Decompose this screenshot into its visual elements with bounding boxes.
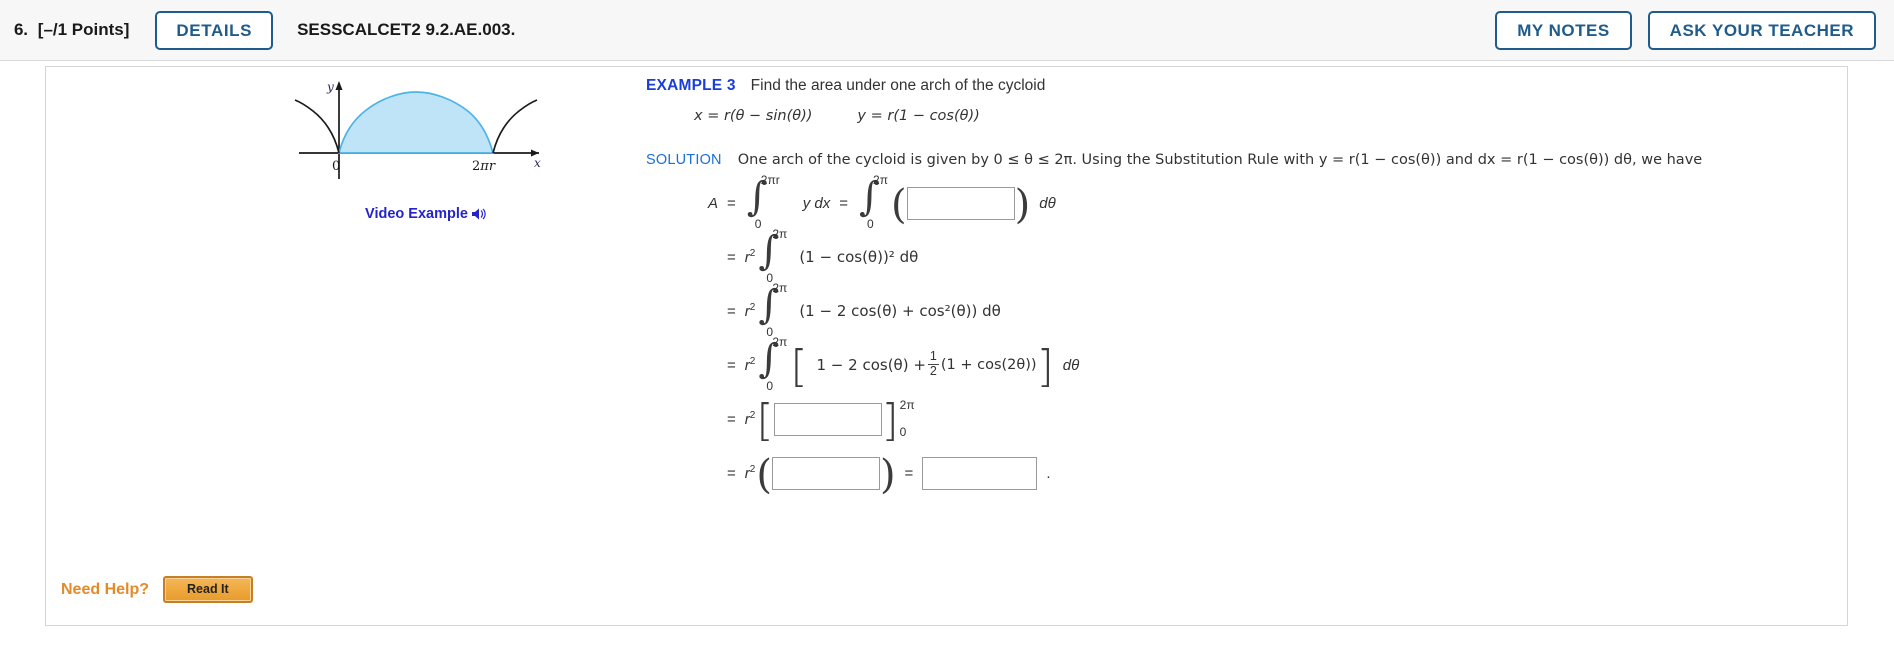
step1-answer-input[interactable] [906, 186, 1015, 220]
step4-int-upper: 2π [772, 335, 788, 349]
question-code: SESSCALCET2 9.2.AE.003. [297, 20, 516, 39]
step1-lhs: A [707, 194, 718, 212]
derivation-step-1: A = ∫ 2πr 0 y dx = ∫ 2π 0 () dθ [692, 173, 1837, 231]
question-number: 6. [14, 20, 28, 39]
step2-integral: ∫ 2π 0 [758, 227, 788, 285]
step1-int2-lower: 0 [867, 217, 874, 231]
step3-equals: = [727, 302, 736, 320]
origin-label: 0 [332, 159, 340, 174]
x-axis-label: x [534, 156, 541, 170]
step1-equals: = [727, 194, 736, 212]
step6-equals-2: = [904, 464, 914, 482]
step4-fraction: 1 2 [927, 349, 939, 378]
my-notes-button[interactable]: MY NOTES [1495, 10, 1632, 50]
example-label: EXAMPLE 3 [646, 77, 736, 94]
speaker-icon[interactable] [471, 207, 487, 225]
step4-frac-denominator: 2 [927, 363, 939, 378]
step6-coef-exp: 2 [749, 464, 756, 475]
step6-coefficient: r2 [745, 464, 756, 482]
video-example-link[interactable]: Video Example [291, 206, 561, 225]
step4-coefficient: r2 [745, 356, 756, 374]
y-axis-label: y [326, 80, 334, 94]
parametric-equations: x = r(θ − sin(θ)) y = r(1 − cos(θ)) [694, 108, 1837, 124]
derivation-step-6: = r2 ( ) = . [727, 452, 1051, 498]
derivation-block: A = ∫ 2πr 0 y dx = ∫ 2π 0 () dθ = r2 ∫ … [692, 173, 1837, 500]
step6-equals: = [727, 464, 736, 482]
step5-eval-upper: 2π [899, 398, 915, 412]
param-x-equation: x = r(θ − sin(θ)) [694, 108, 813, 124]
derivation-step-4: = r2 ∫ 2π 0 [ 1 − 2 cos(θ) + 1 2 (1 + co… [727, 335, 1080, 393]
step3-coef-exp: 2 [749, 302, 756, 313]
details-button[interactable]: DETAILS [155, 10, 274, 50]
question-card: y x 0 2πr Video Example EXAMPLE 3 Find t… [45, 66, 1848, 626]
step5-coefficient: r2 [745, 410, 756, 428]
step1-int1-upper: 2πr [760, 173, 780, 187]
step1-differential: dθ [1039, 194, 1056, 212]
header-left-group: 6. [–/1 Points] DETAILS SESSCALCET2 9.2.… [14, 0, 515, 60]
step4-integral: ∫ 2π 0 [758, 335, 788, 393]
step4-equals: = [727, 356, 736, 374]
arch-region [337, 91, 495, 154]
assignment-page: 6. [–/1 Points] DETAILS SESSCALCET2 9.2.… [0, 0, 1894, 662]
need-help-label: Need Help? [61, 580, 150, 598]
header-right-group: MY NOTES ASK YOUR TEACHER [1495, 0, 1876, 60]
step1-integral-2: ∫ 2π 0 [859, 173, 888, 231]
question-points: [–/1 Points] [37, 20, 130, 39]
step1-integrand-1: y dx [802, 194, 831, 212]
x-tick-label: 2πr [472, 159, 496, 174]
step2-integrand: (1 − cos(θ))² dθ [799, 248, 919, 266]
step4-differential: dθ [1062, 356, 1080, 374]
step1-integral-1: ∫ 2πr 0 [746, 173, 780, 231]
derivation-step-3: = r2 ∫ 2π 0 (1 − 2 cos(θ) + cos²(θ)) dθ [692, 281, 1837, 339]
param-y-equation: y = r(1 − cos(θ)) [857, 108, 980, 124]
step6-period: . [1046, 464, 1051, 482]
step4-integrand-post: (1 + cos(2θ)) [940, 357, 1037, 373]
step4-integrand-pre: 1 − 2 cos(θ) + [816, 356, 926, 374]
derivation-step-5: = r2 [ ] 2π 0 [692, 392, 1837, 446]
need-help-section: Need Help? Read It [61, 576, 253, 603]
step5-answer-input[interactable] [773, 402, 882, 436]
step5-coef-exp: 2 [749, 410, 756, 421]
step6-answer-input-1[interactable] [771, 456, 880, 490]
derivation-step-2: = r2 ∫ 2π 0 (1 − cos(θ))² dθ [692, 227, 1837, 285]
example-heading: EXAMPLE 3 Find the area under one arch o… [646, 77, 1837, 95]
step6-answer-input-2[interactable] [922, 456, 1038, 490]
step2-coef-exp: 2 [749, 248, 756, 259]
step3-int-upper: 2π [772, 281, 788, 295]
step1-equals-2: = [839, 194, 849, 212]
step4-coef-exp: 2 [749, 356, 756, 367]
solution-text: One arch of the cycloid is given by 0 ≤ … [737, 152, 1703, 168]
video-example-label: Video Example [365, 206, 468, 222]
step3-integral: ∫ 2π 0 [758, 281, 788, 339]
ask-your-teacher-button[interactable]: ASK YOUR TEACHER [1647, 10, 1876, 50]
step4-int-lower: 0 [766, 379, 774, 393]
read-it-button[interactable]: Read It [163, 576, 253, 603]
cycloid-arch-figure: y x 0 2πr [294, 80, 541, 179]
step2-equals: = [727, 248, 736, 266]
solution-label: SOLUTION [646, 152, 722, 168]
step5-eval-lower: 0 [899, 424, 907, 439]
step5-equals: = [727, 410, 736, 428]
step2-int-upper: 2π [772, 227, 788, 241]
step5-evaluation-limits: 2π 0 [899, 398, 920, 439]
right-arch-curve [492, 99, 538, 154]
step2-coefficient: r2 [745, 248, 756, 266]
step3-coefficient: r2 [745, 302, 756, 320]
step1-int2-upper: 2π [873, 173, 888, 187]
figure-column: y x 0 2πr Video Example [291, 67, 561, 225]
left-arch-curve [294, 99, 340, 154]
solution-heading: SOLUTION One arch of the cycloid is give… [646, 152, 1837, 168]
step4-frac-numerator: 1 [929, 349, 937, 364]
example-prompt: Find the area under one arch of the cycl… [750, 77, 1046, 94]
step3-integrand: (1 − 2 cos(θ) + cos²(θ)) dθ [799, 302, 1001, 320]
question-header-bar: 6. [–/1 Points] DETAILS SESSCALCET2 9.2.… [0, 0, 1894, 61]
problem-column: EXAMPLE 3 Find the area under one arch o… [646, 77, 1837, 500]
